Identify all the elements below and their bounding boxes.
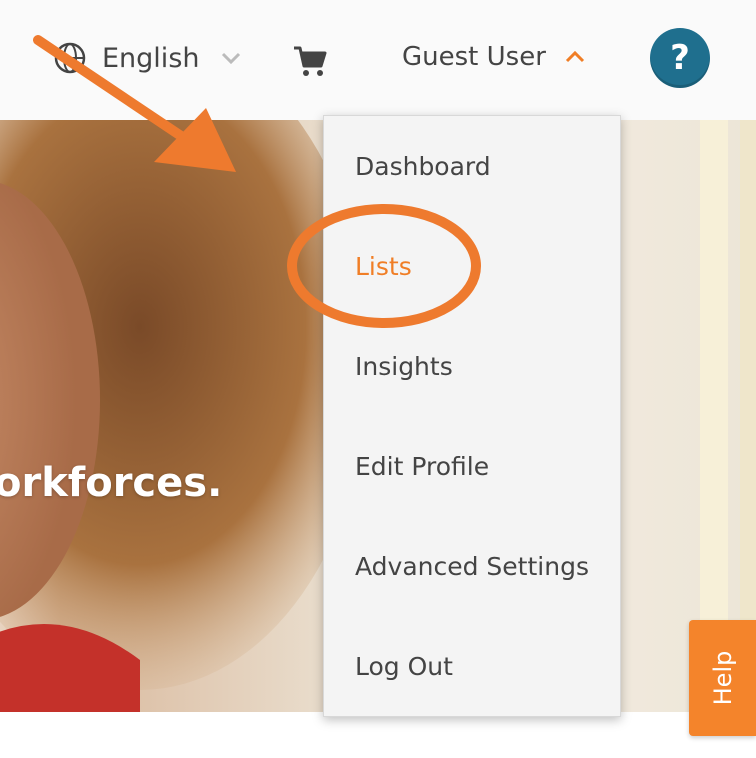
help-button[interactable]: ? bbox=[650, 28, 710, 88]
language-selector[interactable]: English bbox=[52, 40, 242, 76]
user-dropdown-menu: Dashboard Lists Insights Edit Profile Ad… bbox=[323, 115, 621, 717]
cart-icon[interactable] bbox=[292, 44, 328, 78]
help-tab-label: Help bbox=[708, 650, 737, 706]
header-bar: English Guest User ? bbox=[0, 0, 756, 120]
menu-item-dashboard[interactable]: Dashboard bbox=[355, 152, 491, 181]
menu-item-lists[interactable]: Lists bbox=[355, 252, 412, 281]
menu-item-edit-profile[interactable]: Edit Profile bbox=[355, 452, 489, 481]
hero-photo bbox=[0, 120, 360, 712]
hero-tagline: orkforces. bbox=[0, 460, 223, 506]
chevron-down-icon bbox=[221, 52, 240, 65]
menu-item-advanced-settings[interactable]: Advanced Settings bbox=[355, 552, 589, 581]
help-tab[interactable]: Help bbox=[689, 620, 756, 736]
user-menu-toggle[interactable]: Guest User bbox=[402, 42, 586, 72]
user-name: Guest User bbox=[402, 42, 546, 72]
globe-icon bbox=[54, 42, 86, 74]
menu-item-log-out[interactable]: Log Out bbox=[355, 652, 453, 681]
language-label: English bbox=[102, 42, 200, 74]
chevron-up-icon bbox=[565, 50, 584, 63]
menu-item-insights[interactable]: Insights bbox=[355, 352, 453, 381]
